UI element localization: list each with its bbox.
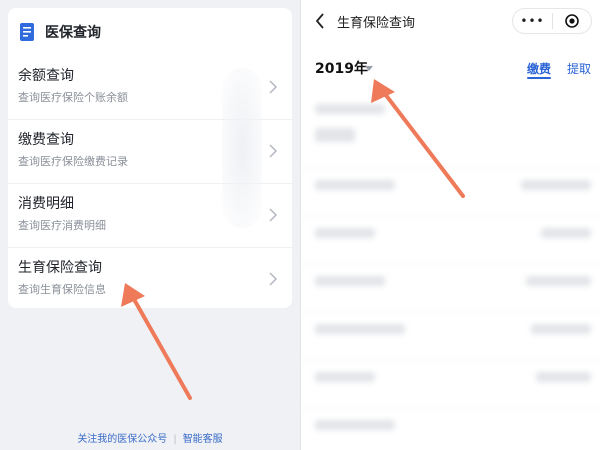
nav-bar: 生育保险查询 ••• bbox=[301, 0, 600, 42]
menu-item-consumption-detail[interactable]: 消费明细 查询医疗消费明细 bbox=[8, 184, 292, 248]
more-menu-button[interactable]: ••• bbox=[513, 9, 552, 33]
menu-item-title: 生育保险查询 bbox=[18, 260, 102, 276]
blurred-text bbox=[526, 276, 591, 286]
chevron-right-icon bbox=[269, 208, 278, 222]
target-circle-icon bbox=[565, 14, 579, 28]
chevron-right-icon bbox=[269, 80, 278, 94]
menu-item-subtitle: 查询医疗保险缴费记录 bbox=[18, 155, 128, 168]
menu-item-maternity-insurance-query[interactable]: 生育保险查询 查询生育保险信息 bbox=[8, 248, 292, 308]
blurred-text bbox=[521, 180, 591, 190]
menu-item-subtitle: 查询生育保险信息 bbox=[18, 283, 106, 296]
mini-program-capsule: ••• bbox=[512, 8, 592, 34]
blurred-text bbox=[536, 372, 591, 382]
document-icon bbox=[20, 23, 34, 41]
blurred-text bbox=[315, 104, 385, 114]
blurred-divider bbox=[301, 312, 600, 313]
blurred-divider bbox=[301, 264, 600, 265]
menu-item-title: 消费明细 bbox=[18, 196, 74, 212]
footer-links: 关注我的医保公众号 | 智能客服 bbox=[0, 430, 300, 445]
menu-item-subtitle: 查询医疗消费明细 bbox=[18, 219, 106, 232]
card-title: 医保查询 bbox=[45, 25, 101, 41]
blurred-divider bbox=[301, 216, 600, 217]
tab-payment[interactable]: 缴费 bbox=[527, 60, 551, 77]
blurred-text bbox=[315, 228, 375, 238]
blurred-divider bbox=[301, 360, 600, 361]
year-filter-row: 2019年 缴费 提取 bbox=[301, 52, 600, 82]
follow-account-link[interactable]: 关注我的医保公众号 bbox=[77, 434, 167, 445]
year-selector[interactable]: 2019年 bbox=[315, 58, 368, 78]
tab-withdraw[interactable]: 提取 bbox=[567, 60, 591, 77]
menu-item-balance-query[interactable]: 余额查询 查询医疗保险个账余额 bbox=[8, 56, 292, 120]
menu-item-payment-query[interactable]: 缴费查询 查询医疗保险缴费记录 bbox=[8, 120, 292, 184]
blurred-divider bbox=[301, 168, 600, 169]
blurred-text bbox=[531, 324, 591, 334]
insurance-query-card: 医保查询 余额查询 查询医疗保险个账余额 缴费查询 查询医疗保险缴费记录 消费明… bbox=[8, 8, 292, 308]
blurred-text bbox=[541, 228, 591, 238]
footer-separator: | bbox=[173, 434, 177, 445]
blurred-text bbox=[315, 420, 395, 430]
smart-service-link[interactable]: 智能客服 bbox=[183, 434, 223, 445]
active-tab-indicator bbox=[527, 77, 551, 79]
blurred-text bbox=[315, 276, 385, 286]
close-mini-program-button[interactable] bbox=[553, 14, 591, 28]
card-header: 医保查询 bbox=[8, 8, 292, 56]
blurred-text bbox=[315, 128, 355, 142]
page-title: 生育保险查询 bbox=[337, 16, 416, 31]
caret-down-icon[interactable] bbox=[365, 66, 373, 71]
menu-item-subtitle: 查询医疗保险个账余额 bbox=[18, 91, 128, 104]
chevron-right-icon bbox=[269, 272, 278, 286]
blurred-text bbox=[315, 372, 375, 382]
menu-item-title: 缴费查询 bbox=[18, 132, 74, 148]
blurred-text bbox=[315, 324, 405, 334]
blurred-records-list bbox=[301, 90, 600, 450]
menu-item-title: 余额查询 bbox=[18, 68, 74, 84]
back-arrow-icon[interactable] bbox=[315, 13, 325, 29]
right-screen: 生育保险查询 ••• 2019年 缴费 提取 bbox=[300, 0, 600, 450]
blurred-text bbox=[315, 180, 395, 190]
blurred-divider bbox=[301, 408, 600, 409]
chevron-right-icon bbox=[269, 144, 278, 158]
left-screen: 医保查询 余额查询 查询医疗保险个账余额 缴费查询 查询医疗保险缴费记录 消费明… bbox=[0, 0, 300, 450]
